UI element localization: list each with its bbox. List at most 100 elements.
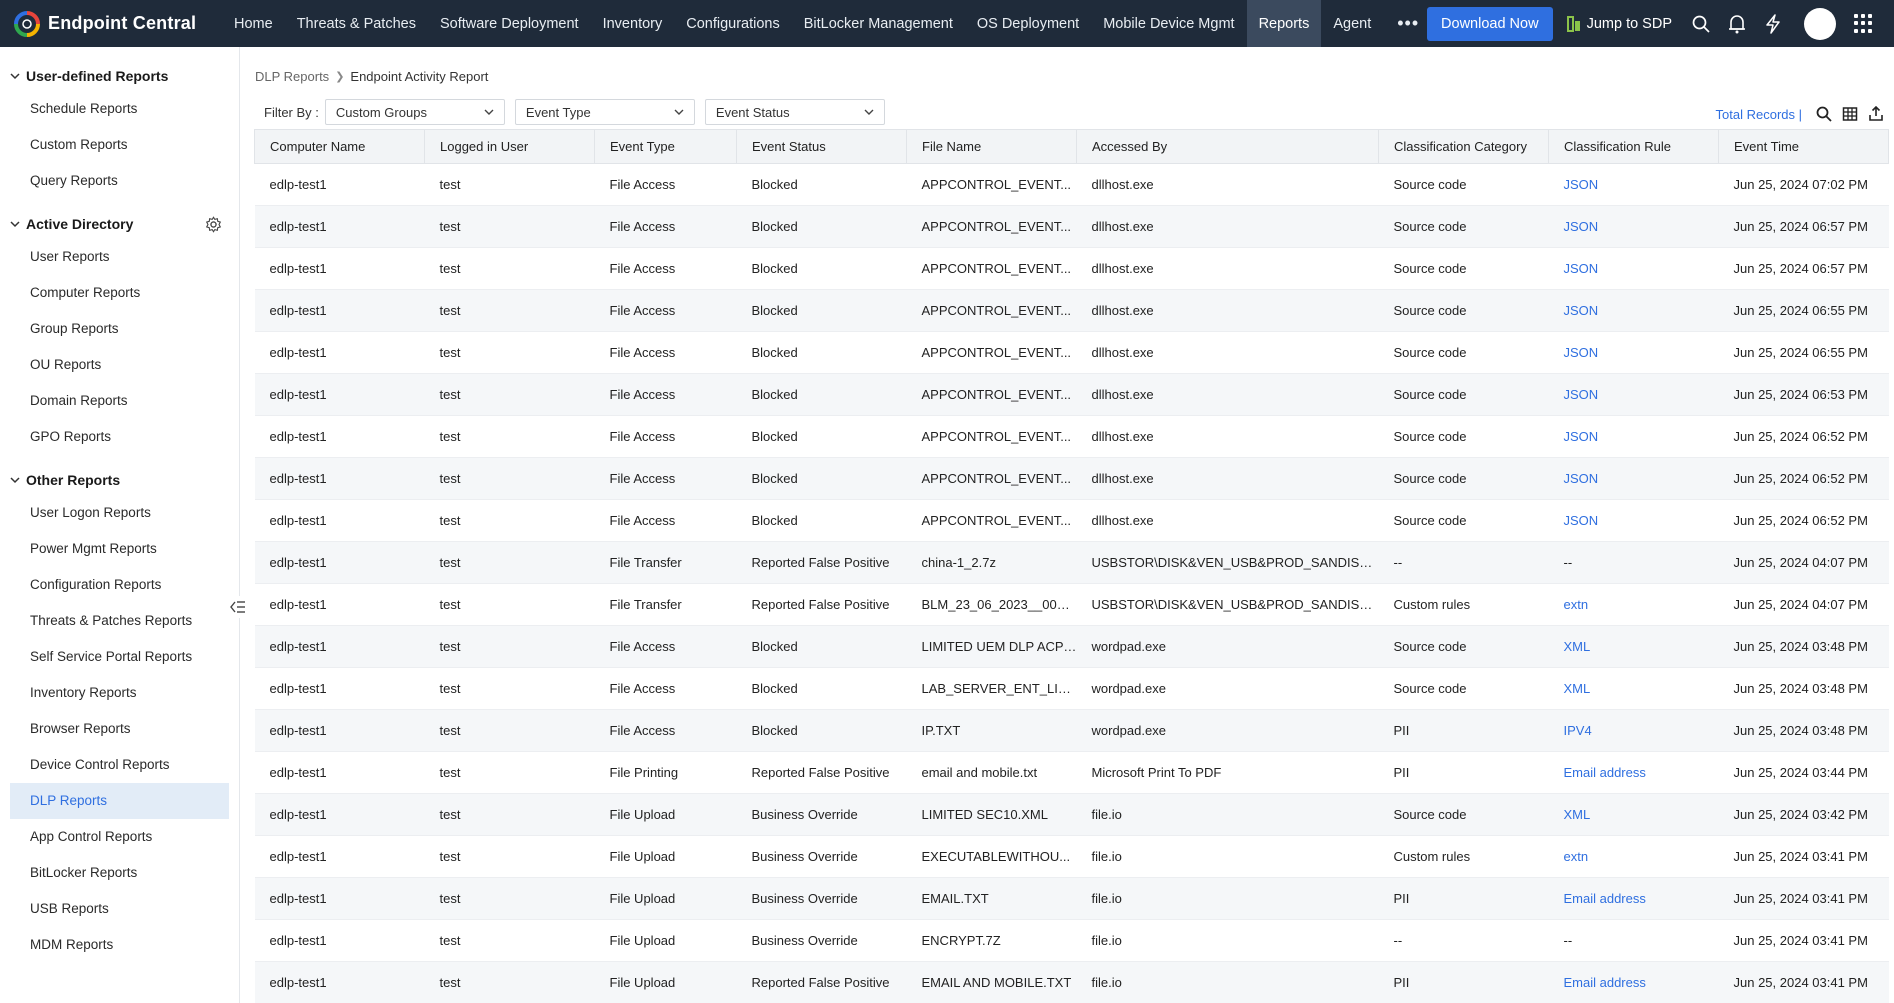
table-row[interactable]: edlp-test1 test File Access Blocked APPCONTR…: [254, 205, 1889, 248]
col-computer-name[interactable]: Computer Name: [254, 129, 425, 164]
table-row[interactable]: edlp-test1 test File Access Blocked APPCONTR…: [254, 289, 1889, 332]
nav-mobile-device-mgmt[interactable]: Mobile Device Mgmt: [1091, 0, 1246, 47]
sidebar-item-ou-reports[interactable]: OU Reports: [10, 347, 229, 383]
gear-icon[interactable]: [205, 216, 222, 233]
nav-threats-patches[interactable]: Threats & Patches: [285, 0, 428, 47]
cell-classification-rule[interactable]: IPV4: [1548, 709, 1719, 752]
table-row[interactable]: edlp-test1 test File Access Blocked APPCONTR…: [254, 415, 1889, 458]
sidebar-item-configuration-reports[interactable]: Configuration Reports: [10, 567, 229, 603]
bell-icon[interactable]: [1726, 13, 1748, 35]
table-row[interactable]: edlp-test1 test File Access Blocked APPCONTR…: [254, 457, 1889, 500]
col-event-status[interactable]: Event Status: [736, 129, 907, 164]
more-menu-icon[interactable]: •••: [1383, 0, 1433, 47]
event-status-dropdown[interactable]: Event Status: [704, 99, 885, 125]
section-other-reports[interactable]: Other Reports: [0, 469, 239, 491]
nav-reports[interactable]: Reports: [1246, 0, 1322, 47]
search-icon[interactable]: [1816, 106, 1832, 122]
search-icon[interactable]: [1690, 13, 1712, 35]
nav-bitlocker-management[interactable]: BitLocker Management: [792, 0, 965, 47]
event-type-dropdown[interactable]: Event Type: [514, 99, 695, 125]
cell-classification-rule[interactable]: JSON: [1548, 163, 1719, 206]
table-row[interactable]: edlp-test1 test File Upload Business Overri…: [254, 793, 1889, 836]
custom-groups-dropdown[interactable]: Custom Groups: [324, 99, 505, 125]
table-row[interactable]: edlp-test1 test File Access Blocked APPCONTR…: [254, 373, 1889, 416]
cell-classification-rule[interactable]: Email address: [1548, 961, 1719, 1003]
nav-inventory[interactable]: Inventory: [591, 0, 675, 47]
col-file-name[interactable]: File Name: [906, 129, 1077, 164]
sidebar-item-user-logon-reports[interactable]: User Logon Reports: [10, 495, 229, 531]
col-event-time[interactable]: Event Time: [1718, 129, 1889, 164]
cell-classification-rule[interactable]: Email address: [1548, 877, 1719, 920]
cell-classification-rule[interactable]: XML: [1548, 625, 1719, 668]
sidebar-item-schedule-reports[interactable]: Schedule Reports: [10, 91, 229, 127]
cell-classification-rule[interactable]: XML: [1548, 793, 1719, 836]
nav-software-deployment[interactable]: Software Deployment: [428, 0, 591, 47]
jump-to-sdp-link[interactable]: Jump to SDP: [1566, 15, 1672, 32]
collapse-sidebar-icon[interactable]: [227, 596, 249, 618]
table-row[interactable]: edlp-test1 test File Access Blocked LIMITED …: [254, 625, 1889, 668]
sidebar-item-usb-reports[interactable]: USB Reports: [10, 891, 229, 927]
sidebar-item-gpo-reports[interactable]: GPO Reports: [10, 419, 229, 455]
col-logged-in-user[interactable]: Logged in User: [424, 129, 595, 164]
nav-configurations[interactable]: Configurations: [674, 0, 792, 47]
sidebar-item-group-reports[interactable]: Group Reports: [10, 311, 229, 347]
table-row[interactable]: edlp-test1 test File Upload Reported False …: [254, 961, 1889, 1003]
brand[interactable]: Endpoint Central: [0, 0, 222, 47]
table-row[interactable]: edlp-test1 test File Access Blocked APPCONTR…: [254, 331, 1889, 374]
table-row[interactable]: edlp-test1 test File Access Blocked APPCONTR…: [254, 499, 1889, 542]
nav-home[interactable]: Home: [222, 0, 285, 47]
table-row[interactable]: edlp-test1 test File Upload Business Overri…: [254, 835, 1889, 878]
sidebar-item-mdm-reports[interactable]: MDM Reports: [10, 927, 229, 963]
sidebar-item-custom-reports[interactable]: Custom Reports: [10, 127, 229, 163]
table-row[interactable]: edlp-test1 test File Upload Business Overri…: [254, 877, 1889, 920]
sidebar-item-browser-reports[interactable]: Browser Reports: [10, 711, 229, 747]
table-row[interactable]: edlp-test1 test File Transfer Reported Fals…: [254, 541, 1889, 584]
nav-agent[interactable]: Agent: [1321, 0, 1383, 47]
sidebar-item-threats-patches-reports[interactable]: Threats & Patches Reports: [10, 603, 229, 639]
table-row[interactable]: edlp-test1 test File Access Blocked APPCONTR…: [254, 163, 1889, 206]
cell-classification-rule[interactable]: JSON: [1548, 331, 1719, 374]
table-row[interactable]: edlp-test1 test File Upload Business Overri…: [254, 919, 1889, 962]
sidebar-item-dlp-reports[interactable]: DLP Reports: [10, 783, 229, 819]
cell-classification-rule[interactable]: JSON: [1548, 205, 1719, 248]
cell-classification-rule[interactable]: JSON: [1548, 415, 1719, 458]
table-row[interactable]: edlp-test1 test File Access Blocked APPCONTR…: [254, 247, 1889, 290]
section-active-directory[interactable]: Active Directory: [0, 213, 239, 235]
nav-os-deployment[interactable]: OS Deployment: [965, 0, 1091, 47]
column-chooser-icon[interactable]: [1842, 106, 1858, 122]
sidebar-item-power-mgmt-reports[interactable]: Power Mgmt Reports: [10, 531, 229, 567]
cell-classification-rule[interactable]: JSON: [1548, 499, 1719, 542]
export-icon[interactable]: [1868, 106, 1884, 122]
breadcrumb-dlp-reports[interactable]: DLP Reports: [255, 69, 329, 84]
cell-classification-rule[interactable]: Email address: [1548, 751, 1719, 794]
lightning-icon[interactable]: [1762, 13, 1784, 35]
section-user-defined-reports[interactable]: User-defined Reports: [0, 65, 239, 87]
col-event-type[interactable]: Event Type: [594, 129, 737, 164]
col-classification-category[interactable]: Classification Category: [1378, 129, 1549, 164]
cell-classification-rule[interactable]: JSON: [1548, 373, 1719, 416]
sidebar-item-inventory-reports[interactable]: Inventory Reports: [10, 675, 229, 711]
sidebar-item-bitlocker-reports[interactable]: BitLocker Reports: [10, 855, 229, 891]
cell-classification-rule[interactable]: XML: [1548, 667, 1719, 710]
apps-grid-icon[interactable]: [1854, 13, 1874, 34]
sidebar-item-computer-reports[interactable]: Computer Reports: [10, 275, 229, 311]
cell-classification-rule[interactable]: JSON: [1548, 247, 1719, 290]
table-row[interactable]: edlp-test1 test File Transfer Reported Fals…: [254, 583, 1889, 626]
col-classification-rule[interactable]: Classification Rule: [1548, 129, 1719, 164]
sidebar-item-domain-reports[interactable]: Domain Reports: [10, 383, 229, 419]
sidebar-item-self-service-portal-reports[interactable]: Self Service Portal Reports: [10, 639, 229, 675]
cell-classification-rule[interactable]: extn: [1548, 835, 1719, 878]
table-row[interactable]: edlp-test1 test File Printing Reported Fals…: [254, 751, 1889, 794]
user-avatar[interactable]: [1804, 7, 1836, 40]
download-now-button[interactable]: Download Now: [1427, 6, 1553, 41]
total-records-link[interactable]: Total Records |: [1716, 107, 1802, 122]
col-accessed-by[interactable]: Accessed By: [1076, 129, 1379, 164]
cell-classification-rule[interactable]: JSON: [1548, 457, 1719, 500]
table-row[interactable]: edlp-test1 test File Access Blocked IP.TXT wo…: [254, 709, 1889, 752]
cell-classification-rule[interactable]: JSON: [1548, 289, 1719, 332]
cell-classification-rule[interactable]: extn: [1548, 583, 1719, 626]
sidebar-item-user-reports[interactable]: User Reports: [10, 239, 229, 275]
table-row[interactable]: edlp-test1 test File Access Blocked LAB_SERV…: [254, 667, 1889, 710]
sidebar-item-device-control-reports[interactable]: Device Control Reports: [10, 747, 229, 783]
sidebar-item-query-reports[interactable]: Query Reports: [10, 163, 229, 199]
